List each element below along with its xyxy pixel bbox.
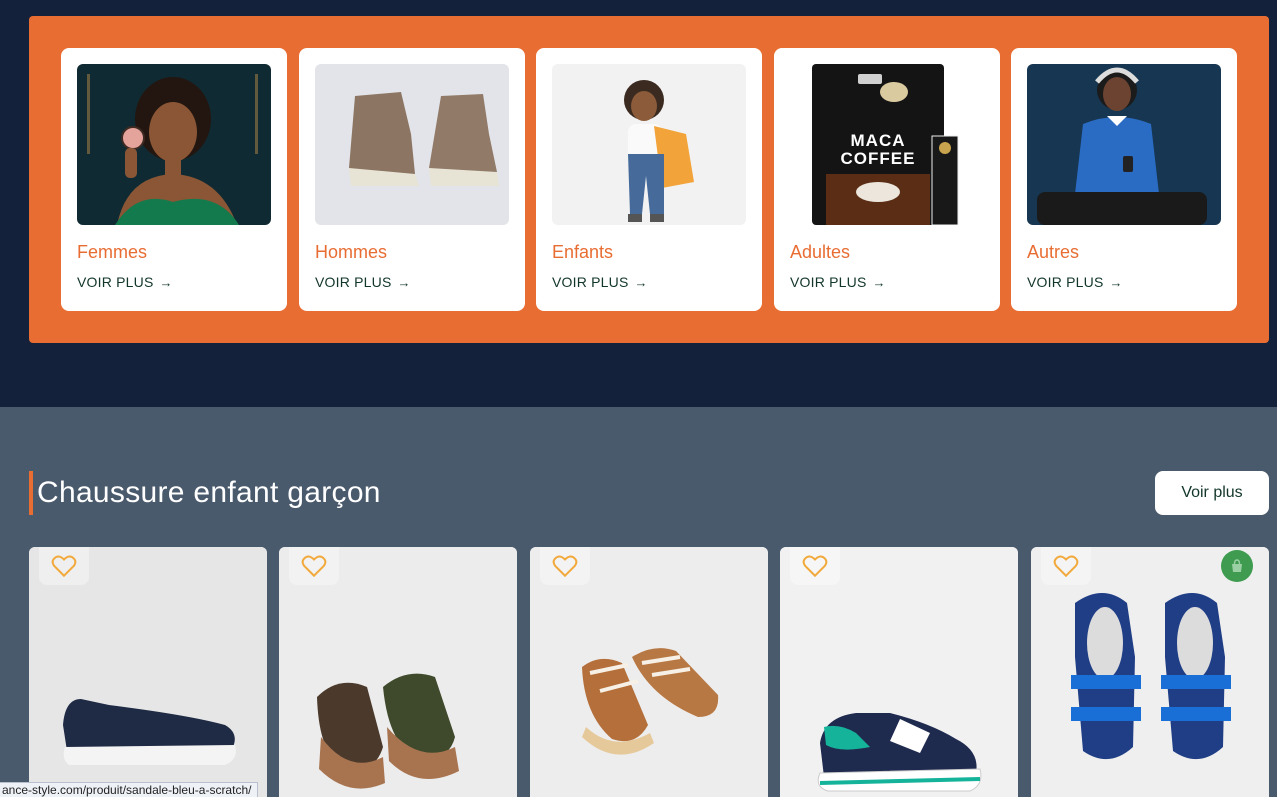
voir-plus-link-adultes[interactable]: VOIR PLUS → [790,274,886,290]
category-title[interactable]: Femmes [77,242,147,263]
category-title[interactable]: Hommes [315,242,387,263]
voir-plus-label: VOIR PLUS [552,274,629,290]
voir-plus-link-femmes[interactable]: VOIR PLUS → [77,274,173,290]
favorite-button[interactable] [1041,547,1091,585]
category-title[interactable]: Autres [1027,242,1079,263]
voir-plus-label: VOIR PLUS [77,274,154,290]
category-title[interactable]: Enfants [552,242,613,263]
favorite-button[interactable] [39,547,89,585]
category-card-hommes[interactable]: Hommes VOIR PLUS → [299,48,525,311]
category-image-adultes[interactable]: MACA COFFEE [790,64,984,225]
heart-icon [51,555,77,578]
arrow-right-icon: → [1109,274,1123,290]
category-card-enfants[interactable]: Enfants VOIR PLUS → [536,48,762,311]
product-section: Chaussure enfant garçon Voir plus [0,407,1277,797]
category-image-enfants[interactable] [552,64,746,225]
voir-plus-label: VOIR PLUS [1027,274,1104,290]
category-title[interactable]: Adultes [790,242,850,263]
category-card-adultes[interactable]: MACA COFFEE Adultes VOIR PLUS → [774,48,1000,311]
add-to-cart-button[interactable] [1221,550,1253,582]
category-image-hommes[interactable] [315,64,509,225]
favorite-button[interactable] [289,547,339,585]
category-panel: Femmes VOIR PLUS → Hommes VOIR PLUS → En… [29,16,1269,343]
arrow-right-icon: → [159,274,173,290]
product-card[interactable] [279,547,517,797]
arrow-right-icon: → [397,274,411,290]
heart-icon [802,555,828,578]
voir-plus-link-hommes[interactable]: VOIR PLUS → [315,274,411,290]
product-card[interactable] [1031,547,1269,797]
maca-label: MACA [851,131,906,150]
voir-plus-label: VOIR PLUS [790,274,867,290]
category-card-femmes[interactable]: Femmes VOIR PLUS → [61,48,287,311]
heart-icon [301,555,327,578]
voir-plus-link-autres[interactable]: VOIR PLUS → [1027,274,1123,290]
top-section: Femmes VOIR PLUS → Hommes VOIR PLUS → En… [0,0,1277,407]
section-header: Chaussure enfant garçon [29,471,381,515]
heart-icon [552,555,578,578]
voir-plus-button[interactable]: Voir plus [1155,471,1269,515]
arrow-right-icon: → [634,274,648,290]
product-card[interactable] [530,547,768,797]
coffee-label: COFFEE [841,149,916,168]
category-image-autres[interactable] [1027,64,1221,225]
product-card[interactable] [780,547,1018,797]
category-card-autres[interactable]: Autres VOIR PLUS → [1011,48,1237,311]
section-title: Chaussure enfant garçon [37,476,381,509]
voir-plus-link-enfants[interactable]: VOIR PLUS → [552,274,648,290]
product-card[interactable] [29,547,267,797]
title-accent-bar [29,471,33,515]
voir-plus-label: VOIR PLUS [315,274,392,290]
favorite-button[interactable] [540,547,590,585]
heart-icon [1053,555,1079,578]
shopping-bag-icon [1232,559,1242,572]
category-image-femmes[interactable] [77,64,271,225]
status-bar-url: ance-style.com/produit/sandale-bleu-a-sc… [0,782,259,797]
arrow-right-icon: → [872,274,886,290]
favorite-button[interactable] [790,547,840,585]
